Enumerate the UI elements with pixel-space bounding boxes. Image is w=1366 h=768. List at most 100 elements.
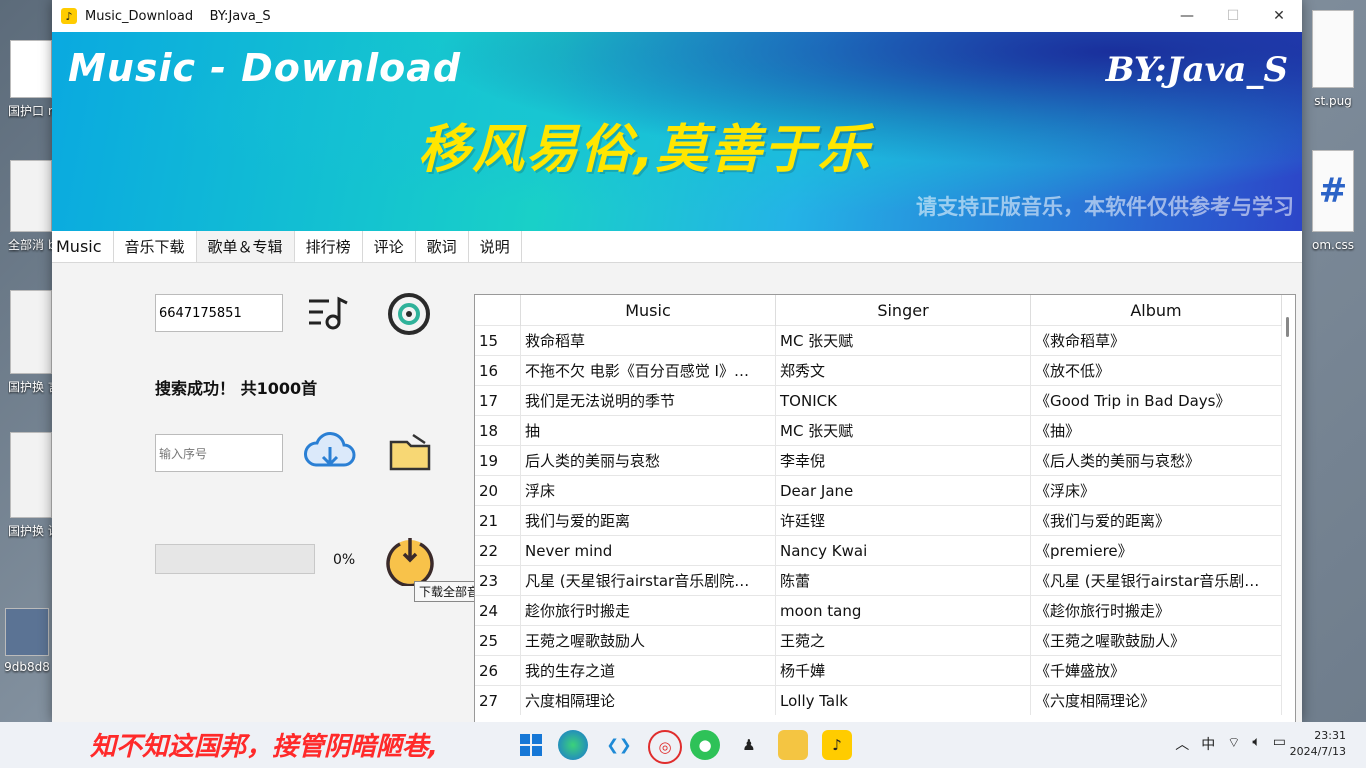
wifi-icon[interactable]: ⌔ bbox=[1227, 734, 1240, 754]
row-music: 我们是无法说明的季节 bbox=[520, 385, 776, 416]
window-title: Music_Download BY:Java_S bbox=[85, 8, 271, 24]
tab-playlist-album[interactable]: 歌单＆专辑 bbox=[196, 231, 295, 262]
row-album: 《趁你旅行时搬走》 bbox=[1030, 595, 1282, 626]
table-row[interactable]: 22 Never mind Nancy Kwai 《premiere》 bbox=[475, 535, 1282, 566]
tab-lyrics[interactable]: 歌词 bbox=[416, 231, 469, 262]
clock-date: 2024/7/13 bbox=[1289, 745, 1346, 758]
table-row[interactable]: 24 趁你旅行时搬走 moon tang 《趁你旅行时搬走》 bbox=[475, 595, 1282, 626]
index-input[interactable]: 输入序号 bbox=[155, 434, 283, 472]
row-music: Never mind bbox=[520, 535, 776, 566]
tab-music[interactable]: Music bbox=[52, 231, 114, 262]
table-row[interactable]: 19 后人类的美丽与哀愁 李幸倪 《后人类的美丽与哀愁》 bbox=[475, 445, 1282, 476]
close-button[interactable]: ✕ bbox=[1256, 0, 1302, 32]
row-index: 15 bbox=[475, 325, 521, 356]
desktop-icon[interactable]: 9db8d8 bbox=[4, 608, 50, 674]
music-download-icon[interactable]: ♪ bbox=[822, 730, 852, 760]
desktop-icon[interactable]: 全部消 ba bbox=[8, 160, 54, 253]
table-row[interactable]: 17 我们是无法说明的季节 TONICK 《Good Trip in Bad Days… bbox=[475, 385, 1282, 416]
tab-comments[interactable]: 评论 bbox=[363, 231, 416, 262]
row-album: 《千嬅盛放》 bbox=[1030, 655, 1282, 686]
minimize-button[interactable]: — bbox=[1164, 0, 1210, 32]
table-row[interactable]: 15 救命稻草 MC 张天赋 《救命稻草》 bbox=[475, 325, 1282, 356]
row-singer: Dear Jane bbox=[775, 475, 1031, 506]
row-singer: Lolly Talk bbox=[775, 685, 1031, 715]
row-singer: 王菀之 bbox=[775, 625, 1031, 656]
table-row[interactable]: 21 我们与爱的距离 许廷铿 《我们与爱的距离》 bbox=[475, 505, 1282, 536]
desktop-icon[interactable]: 国护口 m bbox=[8, 40, 54, 119]
vscode-icon[interactable]: ❮❯ bbox=[604, 730, 634, 760]
system-tray: ︿ 中 ⌔ 🔈︎ ▭ bbox=[1175, 734, 1286, 754]
singer-column-header[interactable]: Singer bbox=[775, 295, 1031, 326]
table-row[interactable]: 26 我的生存之道 杨千嬅 《千嬅盛放》 bbox=[475, 655, 1282, 686]
banner-slogan: 移风易俗,莫善于乐 bbox=[418, 120, 872, 180]
clock[interactable]: 23:31 2024/7/13 bbox=[1290, 728, 1346, 760]
windows-start-icon[interactable] bbox=[516, 730, 546, 760]
folder-icon bbox=[389, 433, 431, 471]
row-music: 抽 bbox=[520, 415, 776, 446]
desktop-icon[interactable]: 国护换 讲稿_张 bbox=[8, 432, 54, 539]
table-header-row: Music Singer Album bbox=[475, 295, 1282, 326]
volume-icon[interactable]: 🔈︎ bbox=[1252, 734, 1260, 754]
tab-charts[interactable]: 排行榜 bbox=[295, 231, 363, 262]
tab-instructions[interactable]: 说明 bbox=[469, 231, 522, 262]
desktop-icon-label: 国护口 m bbox=[8, 104, 54, 118]
css-file-icon: # bbox=[1312, 150, 1354, 232]
file-explorer-icon[interactable] bbox=[778, 730, 808, 760]
download-button[interactable] bbox=[304, 429, 356, 473]
row-album: 《Good Trip in Bad Days》 bbox=[1030, 385, 1282, 416]
playlist-search-button[interactable] bbox=[306, 293, 352, 333]
desktop-icon[interactable]: 国护换 言稿. bbox=[8, 290, 54, 395]
banner-note: 请支持正版音乐，本软件仅供参考与学习 bbox=[916, 195, 1294, 219]
open-folder-button[interactable] bbox=[386, 429, 434, 473]
table-row[interactable]: 27 六度相隔理论 Lolly Talk 《六度相隔理论》 bbox=[475, 685, 1282, 715]
row-music: 凡星 (天星银行airstar音乐剧院… bbox=[520, 565, 776, 596]
tab-music-download[interactable]: 音乐下载 bbox=[114, 231, 197, 262]
row-music: 后人类的美丽与哀愁 bbox=[520, 445, 776, 476]
tab-content: 6647175851 搜索成功！ 共1000首 输入序号 0% 下载全部音乐 M… bbox=[52, 263, 1302, 722]
netease-music-icon[interactable]: ◎ bbox=[648, 730, 682, 764]
playlist-id-input[interactable]: 6647175851 bbox=[155, 294, 283, 332]
vscode-file-icon bbox=[1312, 10, 1354, 88]
row-music: 我的生存之道 bbox=[520, 655, 776, 686]
row-singer: 陈蕾 bbox=[775, 565, 1031, 596]
table-row[interactable]: 23 凡星 (天星银行airstar音乐剧院… 陈蕾 《凡星 (天星银行airstar… bbox=[475, 565, 1282, 596]
row-singer: MC 张天赋 bbox=[775, 415, 1031, 446]
music-note-icon: ♪ bbox=[61, 8, 77, 24]
desktop-icon-label: 全部消 ba bbox=[8, 238, 54, 252]
album-search-button[interactable] bbox=[386, 293, 432, 335]
row-album: 《凡星 (天星银行airstar音乐剧… bbox=[1030, 565, 1282, 596]
row-music: 救命稻草 bbox=[520, 325, 776, 356]
row-index: 19 bbox=[475, 445, 521, 476]
row-album: 《抽》 bbox=[1030, 415, 1282, 446]
battery-icon[interactable]: ▭ bbox=[1273, 734, 1286, 754]
table-row[interactable]: 25 王菀之喔歌鼓励人 王菀之 《王菀之喔歌鼓励人》 bbox=[475, 625, 1282, 656]
taskbar: 知不知这国邦，接管阴暗陋巷, ❮❯ ◎ ● ♟ ♪ ︿ 中 ⌔ 🔈︎ ▭ 23:… bbox=[0, 722, 1366, 768]
qq-icon[interactable]: ♟ bbox=[734, 730, 764, 760]
clock-time: 23:31 bbox=[1314, 729, 1346, 742]
maximize-button[interactable]: ☐ bbox=[1210, 0, 1256, 32]
row-music: 趁你旅行时搬走 bbox=[520, 595, 776, 626]
table-scrollbar[interactable] bbox=[1286, 317, 1289, 337]
table-row[interactable]: 16 不拖不欠 电影《百分百感觉 I》… 郑秀文 《放不低》 bbox=[475, 355, 1282, 386]
table-row[interactable]: 18 抽 MC 张天赋 《抽》 bbox=[475, 415, 1282, 446]
input-method-indicator[interactable]: 中 bbox=[1201, 734, 1215, 754]
desktop-icon[interactable]: # om.css bbox=[1306, 150, 1360, 252]
desktop-icon-label: st.pug bbox=[1314, 94, 1352, 108]
row-singer: moon tang bbox=[775, 595, 1031, 626]
album-column-header[interactable]: Album bbox=[1030, 295, 1282, 326]
row-singer: 郑秀文 bbox=[775, 355, 1031, 386]
desktop-icon[interactable]: st.pug bbox=[1306, 10, 1360, 108]
wechat-icon[interactable]: ● bbox=[690, 730, 720, 760]
download-progress-bar bbox=[155, 544, 315, 574]
music-column-header[interactable]: Music bbox=[520, 295, 776, 326]
edge-icon[interactable] bbox=[558, 730, 588, 760]
row-index: 27 bbox=[475, 685, 521, 715]
download-all-button[interactable] bbox=[383, 533, 437, 587]
table-row[interactable]: 20 浮床 Dear Jane 《浮床》 bbox=[475, 475, 1282, 506]
row-singer: TONICK bbox=[775, 385, 1031, 416]
chevron-up-icon[interactable]: ︿ bbox=[1175, 734, 1189, 754]
song-table[interactable]: Music Singer Album 15 救命稻草 MC 张天赋 《救命稻草》 16 不… bbox=[474, 294, 1296, 722]
file-thumbnail bbox=[10, 40, 52, 98]
row-music: 不拖不欠 电影《百分百感觉 I》… bbox=[520, 355, 776, 386]
row-album: 《premiere》 bbox=[1030, 535, 1282, 566]
